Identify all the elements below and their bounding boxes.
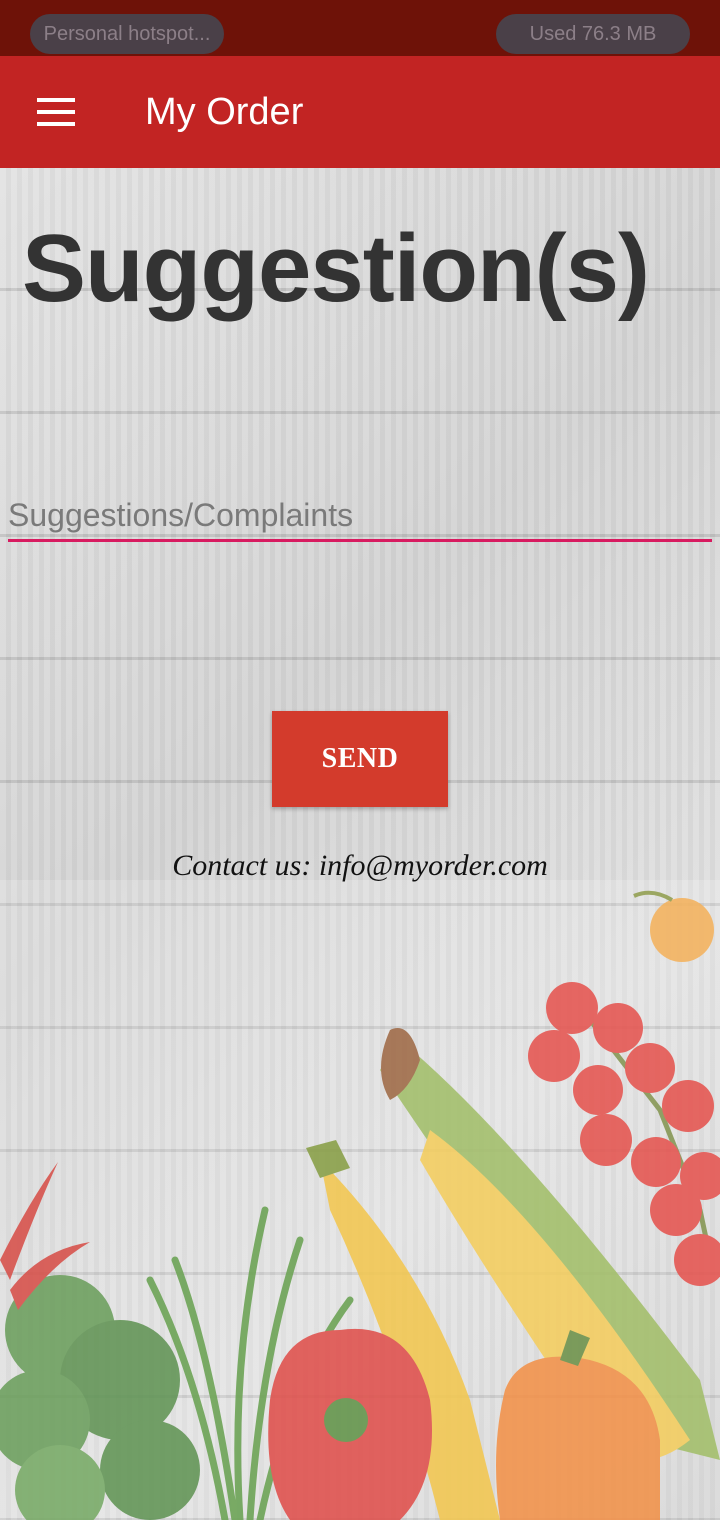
- hamburger-menu-icon: [37, 98, 75, 126]
- app-bar: My Order: [0, 56, 720, 168]
- menu-button[interactable]: [22, 80, 90, 144]
- vegetables-illustration: [0, 880, 720, 1520]
- contact-info: Contact us: info@myorder.com: [172, 849, 548, 882]
- status-bar: Personal hotspot... Used 76.3 MB: [0, 0, 720, 56]
- page-title: Suggestion(s): [22, 215, 650, 322]
- data-usage-label: Used 76.3 MB: [529, 23, 657, 45]
- app-title: My Order: [145, 91, 304, 133]
- data-usage-indicator[interactable]: Used 76.3 MB: [496, 14, 690, 54]
- hotspot-indicator[interactable]: Personal hotspot...: [30, 14, 224, 54]
- suggestion-field: [8, 492, 712, 548]
- send-button[interactable]: SEND: [272, 711, 448, 807]
- suggestions-input[interactable]: [8, 492, 712, 542]
- hotspot-label: Personal hotspot...: [43, 23, 211, 45]
